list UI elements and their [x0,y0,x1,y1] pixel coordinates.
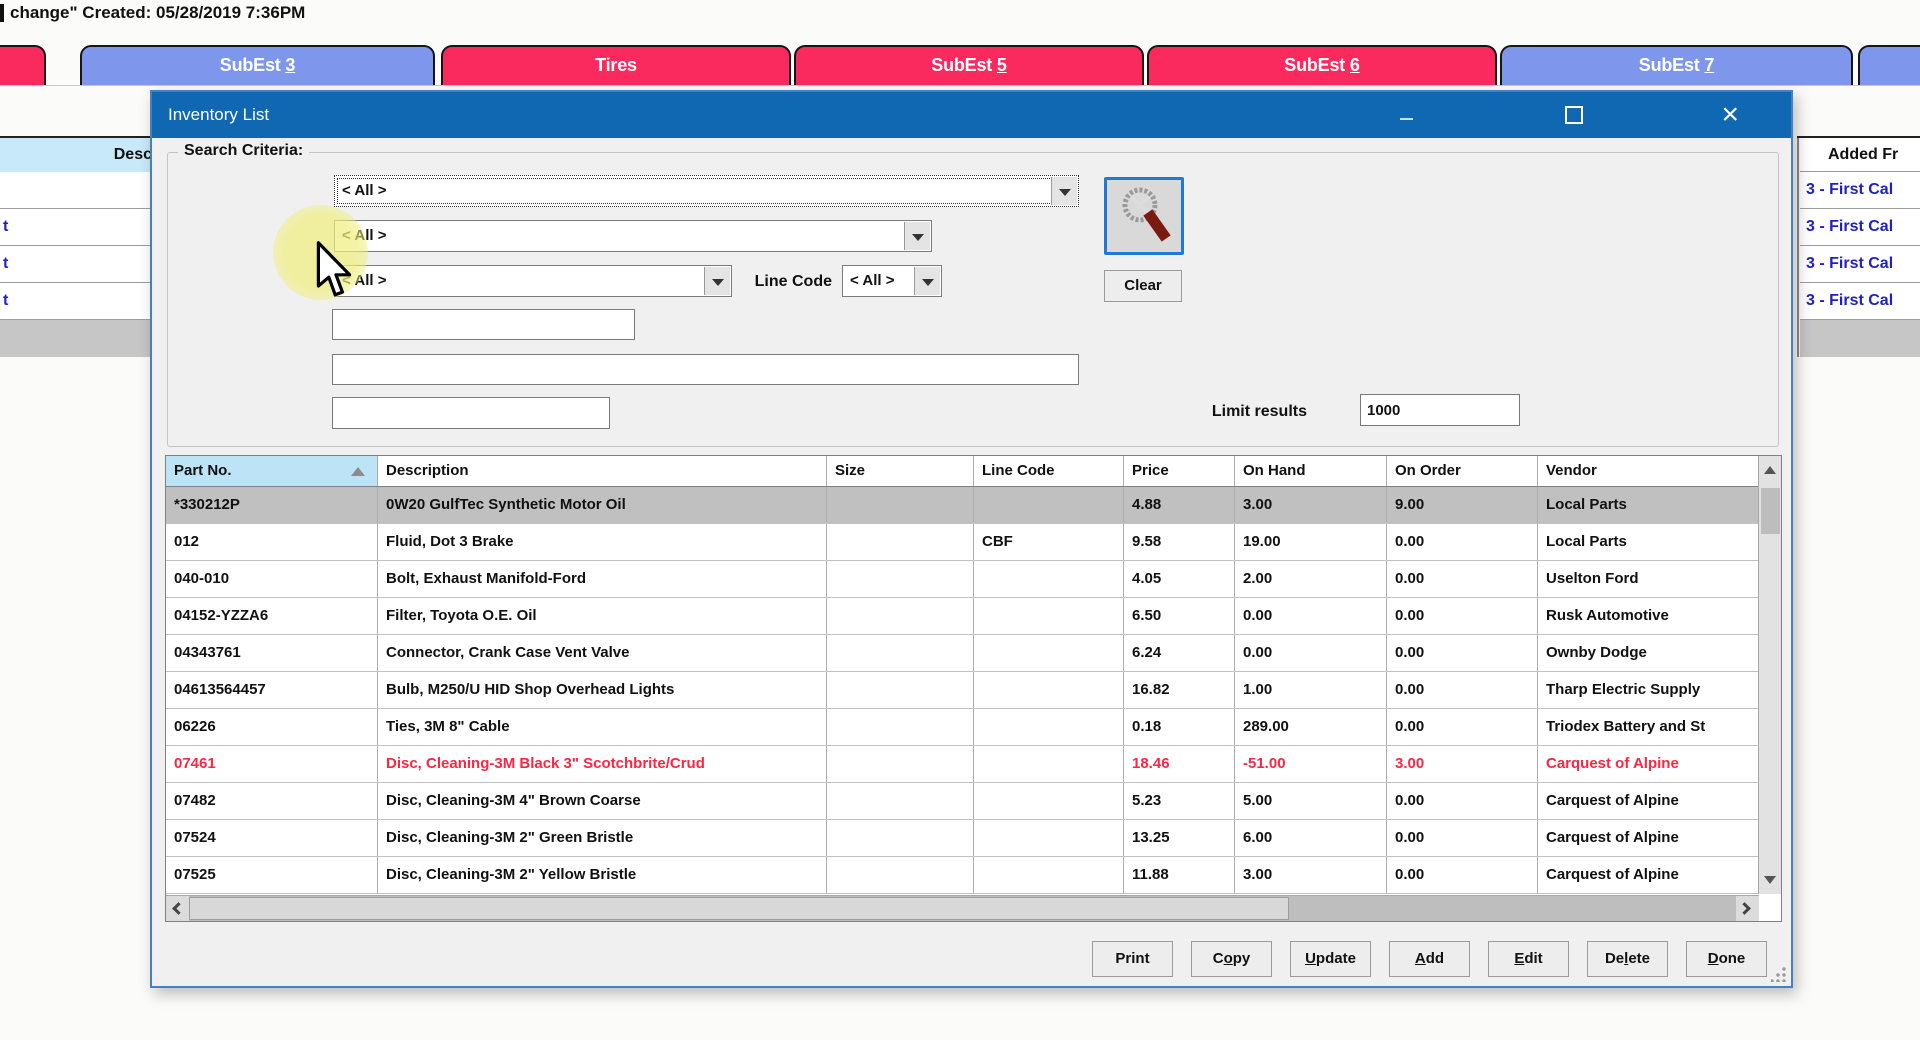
column-header-part-no[interactable]: Part No. [166,456,378,486]
line-code-label: Line Code [712,273,832,291]
table-row[interactable]: 07524Disc, Cleaning-3M 2" Green Bristle1… [166,820,1781,857]
minimize-icon [1400,118,1413,120]
limit-results-input[interactable] [1360,394,1520,426]
done-button[interactable]: Done [1686,941,1767,977]
background-row[interactable]: 3 - First Cal [1800,209,1920,246]
delete-button[interactable]: Delete [1587,941,1668,977]
inventory-table: Part No. Description Size Line Code Pric… [165,455,1782,922]
tab-partial-left[interactable] [0,45,46,85]
sort-ascending-icon [351,467,365,476]
column-header-line-code[interactable]: Line Code [974,456,1124,486]
column-header-on-order[interactable]: On Order [1387,456,1538,486]
resize-grip[interactable] [1771,966,1787,982]
vertical-scroll-thumb[interactable] [1761,488,1780,534]
table-row[interactable]: 07525Disc, Cleaning-3M 2" Yellow Bristle… [166,857,1781,894]
table-row[interactable]: 04613564457Bulb, M250/U HID Shop Overhea… [166,672,1781,709]
dialog-title: Inventory List [168,92,269,138]
copy-button[interactable]: Copy [1191,941,1272,977]
update-button[interactable]: Update [1290,941,1371,977]
search-button[interactable] [1104,177,1184,255]
edit-button[interactable]: Edit [1488,941,1569,977]
dialog-titlebar[interactable]: Inventory List × [152,92,1791,138]
table-row[interactable]: 040-010Bolt, Exhaust Manifold-Ford4.052.… [166,561,1781,598]
print-button[interactable]: Print [1092,941,1173,977]
background-row-gray [1800,320,1920,357]
horizontal-scroll-thumb[interactable] [189,897,1289,920]
line-code-dropdown-button[interactable] [914,267,940,295]
maximize-icon [1565,106,1583,124]
background-row-gray [0,320,152,357]
scroll-down-icon[interactable] [1764,876,1776,884]
chevron-down-icon [922,279,934,286]
vertical-scrollbar[interactable] [1758,456,1781,894]
category-select[interactable]: < All > [334,220,932,252]
mouse-cursor-icon [316,241,356,299]
scroll-right-icon [1738,902,1751,915]
tabbar-divider [0,85,1920,86]
table-row[interactable]: 04152-YZZA6Filter, Toyota O.E. Oil6.500.… [166,598,1781,635]
scroll-right-button[interactable] [1736,896,1759,921]
table-header-row: Part No. Description Size Line Code Pric… [166,456,1781,487]
line-code-select[interactable]: < All > [842,265,942,297]
close-button[interactable]: × [1727,92,1773,138]
vendor-dropdown-button[interactable] [1051,177,1077,205]
background-column-header-description: Desc [0,138,152,172]
table-row[interactable]: 04343761Connector, Crank Case Vent Valve… [166,635,1781,672]
tab-subest7[interactable]: SubEst 7 [1500,45,1853,85]
background-row[interactable]: 3 - First Cal [1800,246,1920,283]
category-dropdown-button[interactable] [904,222,930,250]
magnifier-icon [1107,180,1179,250]
background-column-header-added-from: Added Fr [1800,138,1920,172]
description-input[interactable] [332,354,1079,385]
background-row[interactable]: t [0,283,152,320]
table-row-negative-stock[interactable]: 07461Disc, Cleaning-3M Black 3" Scotchbr… [166,746,1781,783]
clipped-text-fragment [0,4,4,22]
scroll-left-button[interactable] [166,896,189,921]
background-column-divider [1797,138,1799,357]
column-header-description[interactable]: Description [378,456,827,486]
manufacturer-select[interactable]: < All > [334,265,732,297]
column-header-price[interactable]: Price [1124,456,1235,486]
column-header-on-hand[interactable]: On Hand [1235,456,1387,486]
search-criteria-label: Search Criteria: [178,142,309,160]
inventory-list-dialog: Inventory List × Search Criteria: Vendor… [150,90,1793,988]
horizontal-scrollbar[interactable] [166,895,1759,921]
tab-subest3[interactable]: SubEst 3 [80,45,435,85]
tab-subest5[interactable]: SubEst 5 [794,45,1144,85]
part-no-input[interactable] [332,309,635,340]
clear-button[interactable]: Clear [1104,270,1182,302]
estimate-status-text: change" Created: 05/28/2019 7:36PM [10,3,305,23]
chevron-down-icon [912,234,924,241]
maximize-button[interactable] [1649,92,1695,138]
add-button[interactable]: Add [1389,941,1470,977]
scroll-left-icon [172,902,185,915]
background-row[interactable]: t [0,246,152,283]
table-row[interactable]: *330212P0W20 GulfTec Synthetic Motor Oil… [166,487,1781,524]
close-icon: × [1721,97,1739,133]
vendor-select[interactable]: < All > [334,175,1079,207]
column-header-size[interactable]: Size [827,456,974,486]
size-input[interactable] [332,397,610,429]
background-row[interactable]: 3 - First Cal [1800,283,1920,320]
table-row[interactable]: 07482Disc, Cleaning-3M 4" Brown Coarse5.… [166,783,1781,820]
chevron-down-icon [1059,189,1071,196]
scroll-up-icon[interactable] [1764,466,1776,474]
background-row[interactable]: 3 - First Cal [1800,172,1920,209]
background-row[interactable] [0,172,152,209]
tab-partial-right[interactable] [1858,45,1920,85]
background-row[interactable]: t [0,209,152,246]
table-row[interactable]: 06226Ties, 3M 8" Cable0.18289.000.00Trio… [166,709,1781,746]
limit-results-label: Limit results [1182,403,1307,421]
column-header-vendor[interactable]: Vendor [1538,456,1760,486]
screen: change" Created: 05/28/2019 7:36PM SubEs… [0,0,1920,1040]
tab-subest6[interactable]: SubEst 6 [1147,45,1497,85]
tab-tires[interactable]: Tires [441,45,791,85]
table-row[interactable]: 012Fluid, Dot 3 BrakeCBF9.5819.000.00Loc… [166,524,1781,561]
